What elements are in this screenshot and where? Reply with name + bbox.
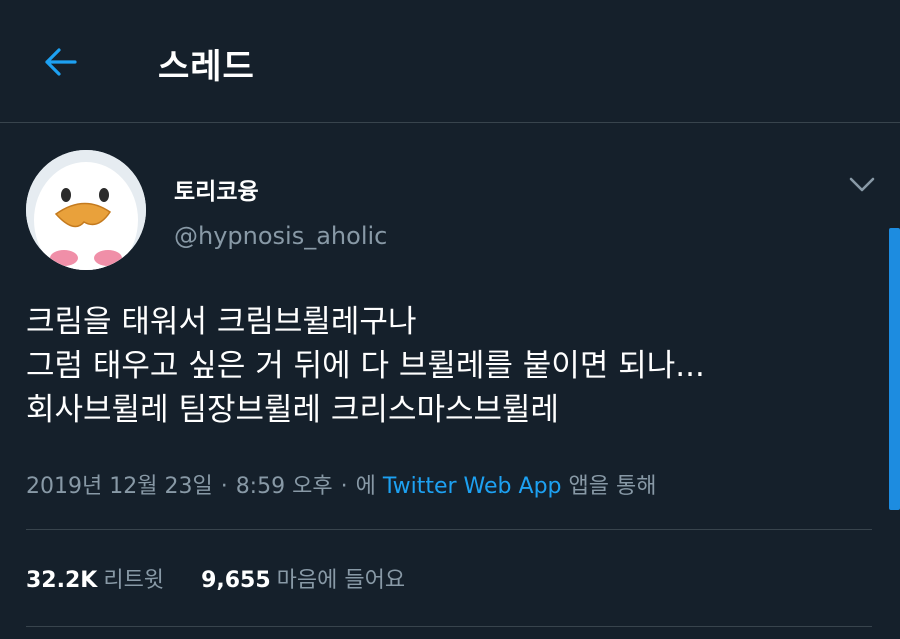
page-title: 스레드 — [158, 47, 255, 87]
duck-avatar-icon — [26, 150, 146, 270]
divider — [26, 626, 872, 627]
likes-count: 9,655 — [201, 568, 271, 593]
tweet-text-line: 크림을 태워서 크림브륄레구나 — [26, 304, 417, 340]
thread-screen: 스레드 토리코융 @hypnosis_aholic 크림을 태워서 크림브륄레구… — [0, 0, 900, 639]
likes-label: 마음에 들어요 — [276, 568, 406, 593]
scrollbar-thumb[interactable] — [889, 228, 900, 510]
meta-separator: · — [340, 474, 348, 499]
back-button[interactable] — [36, 40, 86, 84]
via-suffix: 앱을 통해 — [568, 474, 657, 499]
more-options-button[interactable] — [846, 170, 878, 198]
tweet-text-line: 그럼 태우고 싶은 거 뒤에 다 브륄레를 붙이면 되나... — [26, 348, 705, 384]
likes-stat[interactable]: 9,655 마음에 들어요 — [201, 562, 405, 594]
display-name[interactable]: 토리코융 — [174, 172, 259, 206]
tweet-text-line: 회사브륄레 팀장브륄레 크리스마스브륄레 — [26, 392, 560, 428]
retweets-stat[interactable]: 32.2K 리트윗 — [26, 562, 164, 594]
arrow-left-icon — [45, 48, 77, 76]
tweet-time[interactable]: 8:59 오후 — [236, 474, 333, 499]
meta-separator: · — [220, 474, 228, 499]
header-bar: 스레드 — [0, 0, 900, 123]
divider — [26, 529, 872, 530]
tweet-stats: 32.2K 리트윗 9,655 마음에 들어요 — [26, 562, 435, 594]
tweet-meta: 2019년 12월 23일 · 8:59 오후 · 에 Twitter Web App … — [26, 468, 656, 500]
avatar[interactable] — [26, 150, 146, 270]
via-prefix: 에 — [355, 474, 376, 499]
chevron-down-icon — [849, 177, 875, 192]
retweets-label: 리트윗 — [103, 568, 165, 593]
user-handle[interactable]: @hypnosis_aholic — [174, 222, 387, 250]
source-link[interactable]: Twitter Web App — [383, 474, 562, 499]
tweet-text: 크림을 태워서 크림브륄레구나 그럼 태우고 싶은 거 뒤에 다 브륄레를 붙이… — [26, 300, 886, 432]
tweet-date[interactable]: 2019년 12월 23일 — [26, 474, 213, 499]
retweets-count: 32.2K — [26, 568, 98, 593]
